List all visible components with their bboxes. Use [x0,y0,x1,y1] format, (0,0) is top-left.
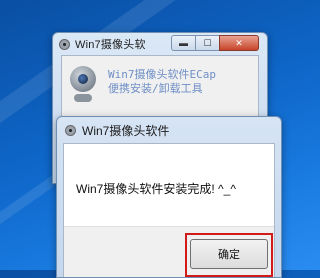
minimize-button[interactable]: ▬ [171,35,195,51]
webcam-icon [65,124,76,136]
app-subtitle-line: 便携安装/卸载工具 [108,82,203,95]
dialog-title: Win7摄像头软件 [82,123,170,138]
ok-button[interactable]: 确定 [190,239,268,269]
close-icon: ✕ [235,37,243,48]
dialog-titlebar: Win7摄像头软件 [57,117,281,143]
app-name-line: Win7摄像头软件ECap [108,68,216,81]
window-controls: ▬ ☐ ✕ [171,35,259,51]
window-title: Win7摄像头软 [75,39,146,51]
dialog-message: Win7摄像头软件安装完成! ^_^ [76,182,236,196]
webcam-logo-icon [68,66,98,106]
webcam-icon [59,38,70,50]
minimize-icon: ▬ [179,38,188,48]
dialog-footer: 确定 [64,226,274,277]
dialog-content: Win7摄像头软件安装完成! ^_^ 确定 [63,143,275,277]
maximize-icon: ☐ [203,37,212,48]
app-description: Win7摄像头软件ECap 便携安装/卸载工具 [108,68,216,96]
install-complete-dialog: Win7摄像头软件 Win7摄像头软件安装完成! ^_^ 确定 [56,116,282,278]
maximize-button[interactable]: ☐ [195,35,219,51]
close-button[interactable]: ✕ [219,35,259,51]
ok-button-label: 确定 [218,249,240,261]
